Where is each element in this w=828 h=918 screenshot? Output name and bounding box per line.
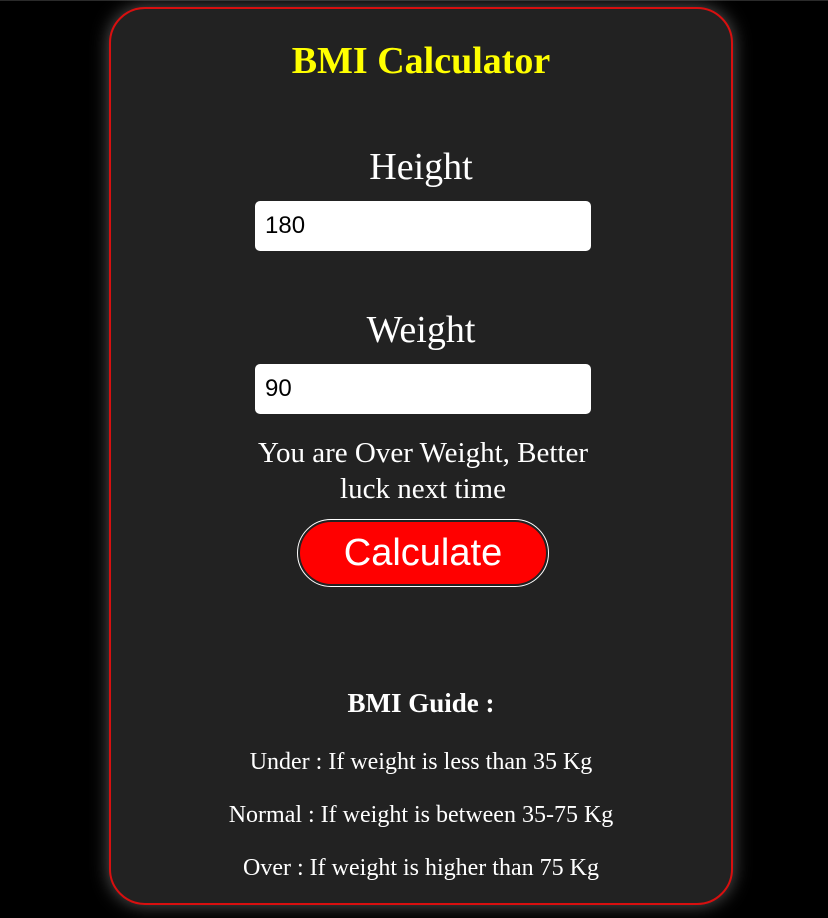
guide-item-under: Under : If weight is less than 35 Kg xyxy=(249,749,593,775)
height-label: Height xyxy=(369,146,473,188)
result-message: You are Over Weight, Better luck next ti… xyxy=(257,437,589,505)
height-input[interactable] xyxy=(255,201,591,251)
weight-label: Weight xyxy=(366,309,476,351)
calculate-button-outline: Calculate xyxy=(297,519,549,587)
guide-title: BMI Guide : xyxy=(347,688,495,718)
bmi-card: BMI Calculator Height Weight You are Ove… xyxy=(109,7,733,905)
page-title: BMI Calculator xyxy=(291,40,551,82)
guide-item-over: Over : If weight is higher than 75 Kg xyxy=(243,855,599,881)
weight-input[interactable] xyxy=(255,364,591,414)
calculate-button[interactable]: Calculate xyxy=(300,522,546,584)
guide-item-normal: Normal : If weight is between 35-75 Kg xyxy=(228,802,614,828)
top-divider xyxy=(0,0,828,1)
